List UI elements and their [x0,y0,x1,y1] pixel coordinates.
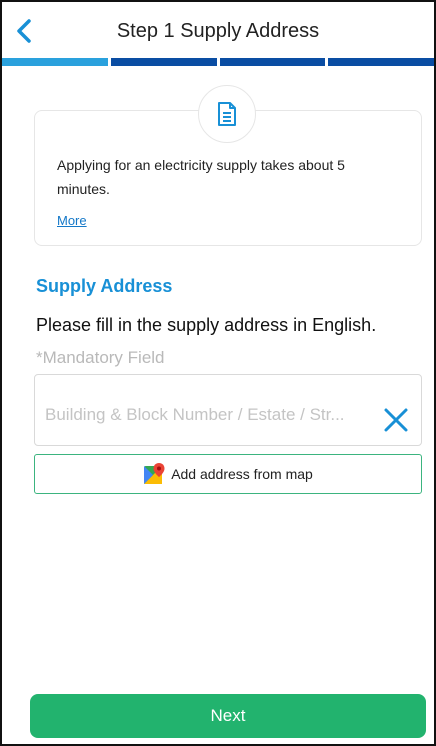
map-button-label: Add address from map [171,466,313,482]
instruction-text: Please fill in the supply address in Eng… [36,315,377,335]
progress-step-1 [2,58,108,66]
close-icon [384,408,408,432]
map-pin-icon [144,463,165,484]
address-input[interactable] [45,401,373,429]
add-address-from-map-button[interactable]: Add address from map [34,454,422,494]
mandatory-note: *Mandatory Field [36,348,165,367]
progress-step-3 [219,58,326,66]
more-link[interactable]: More [57,213,87,228]
top-bar: Step 1 Supply Address [2,2,434,60]
app-screen: Step 1 Supply Address Applying for an el… [0,0,436,746]
document-icon [218,102,236,126]
info-badge [198,85,256,143]
section-title: Supply Address [36,276,173,296]
next-button[interactable]: Next [30,694,426,738]
page-title: Step 1 Supply Address [116,20,320,42]
progress-step-4 [328,58,434,66]
step-progress-bar [2,58,434,66]
info-text: Applying for an electricity supply takes… [57,157,345,197]
address-field [34,374,422,446]
clear-button[interactable] [383,407,409,433]
progress-step-2 [110,58,217,66]
